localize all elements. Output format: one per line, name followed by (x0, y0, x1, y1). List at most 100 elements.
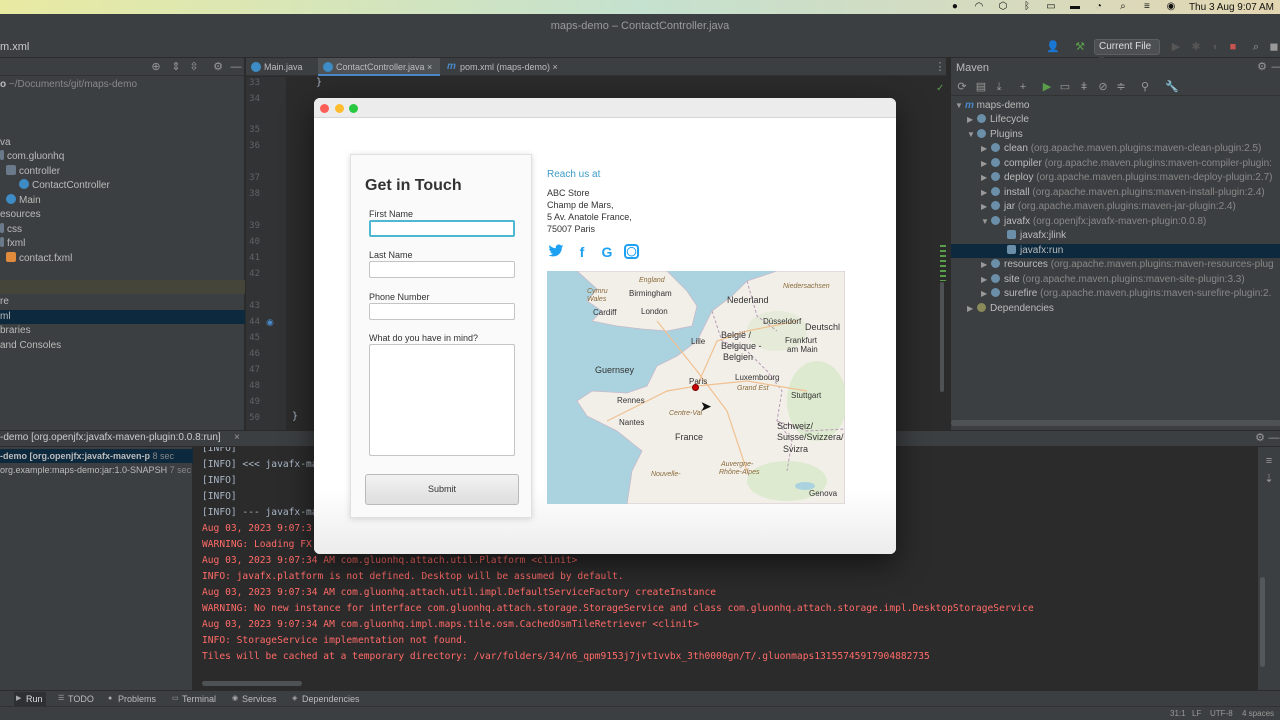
location-marker-icon[interactable] (692, 384, 699, 391)
last-name-input[interactable] (369, 261, 515, 278)
settings-gear-icon[interactable]: ⚙ (212, 61, 224, 73)
maven-row-compiler[interactable]: ▶ compiler (org.apache.maven.plugins:mave… (981, 157, 1280, 171)
build-hammer-icon[interactable]: ⚒ (1074, 41, 1086, 53)
maven-row-jar[interactable]: ▶ jar (org.apache.maven.plugins:maven-jar… (981, 200, 1280, 214)
tree-row-resources[interactable]: esources (0, 208, 41, 222)
tree-row-css[interactable]: css (0, 223, 22, 237)
tab-dependencies[interactable]: ◈ Dependencies (290, 692, 360, 706)
tab-services[interactable]: ◉ Services (230, 692, 282, 706)
run-config-icon[interactable]: ▭ (1059, 81, 1071, 93)
line-separator[interactable]: LF (1192, 709, 1201, 718)
hide-panel-icon[interactable]: — (1271, 61, 1280, 73)
run-icon[interactable]: ▶ (1041, 81, 1053, 93)
tab-main-java[interactable]: Main.java (246, 58, 316, 76)
collapse-icon[interactable]: ≑ (1115, 81, 1127, 93)
toggle-offline-icon[interactable]: ǂ (1078, 81, 1090, 93)
tree-row-contact-controller[interactable]: ContactController (19, 179, 110, 193)
console-hscrollbar[interactable] (202, 681, 302, 686)
expand-all-icon[interactable]: ⇕ (170, 61, 182, 73)
control-center-icon[interactable]: ≡ (1141, 2, 1153, 12)
maven-row-clean[interactable]: ▶ clean (org.apache.maven.plugins:maven-c… (981, 142, 1280, 156)
tab-pom-xml[interactable]: m pom.xml (maps-demo) × (442, 58, 560, 76)
settings-gear-icon[interactable]: ⚙ (1254, 432, 1266, 444)
tree-row-libraries[interactable]: braries (0, 324, 31, 338)
maven-row-resources[interactable]: ▶ resources (org.apache.maven.plugins:mav… (981, 258, 1280, 272)
headphones-icon[interactable]: ◠ (973, 2, 985, 12)
instagram-icon[interactable]: ◯ (624, 244, 639, 259)
scroll-end-icon[interactable]: ⇣ (1263, 473, 1275, 485)
tab-problems[interactable]: ● Problems (106, 692, 162, 706)
tree-row-ml-selected[interactable]: ml (0, 310, 245, 324)
close-icon[interactable]: × (234, 432, 240, 443)
first-name-input[interactable] (369, 220, 515, 237)
tree-row-main[interactable]: Main (6, 194, 41, 208)
battery-icon[interactable]: ▬ (1069, 2, 1081, 12)
maven-row-javafx[interactable]: ▼ javafx (org.openjfx:javafx-maven-plugin… (981, 215, 1280, 229)
close-window-button[interactable] (320, 104, 329, 113)
reload-icon[interactable]: ⟳ (956, 81, 968, 93)
screen-mirror-icon[interactable]: ▭ (1045, 2, 1057, 12)
tree-row-scratches[interactable]: and Consoles (0, 339, 61, 353)
stop-icon[interactable]: ■ (1227, 41, 1239, 53)
search-icon[interactable]: ⌕ (1117, 2, 1129, 12)
settings-gear-icon[interactable]: ⚙ (1256, 61, 1268, 73)
record-icon[interactable]: ● (949, 2, 961, 12)
wrench-icon[interactable]: 🔧 (1165, 81, 1179, 93)
override-marker-icon[interactable]: ◉ (266, 317, 274, 328)
run-config-select[interactable]: Current File ▾ (1094, 39, 1160, 66)
download-icon[interactable]: ⤓ (993, 81, 1005, 93)
google-icon[interactable]: G (599, 244, 615, 260)
tree-row-com-gluonhq[interactable]: com.gluonhq (0, 150, 64, 164)
bluetooth-icon[interactable]: ᛒ (1021, 2, 1033, 12)
debug-icon[interactable]: ✱ (1190, 41, 1202, 53)
add-icon[interactable]: + (1017, 81, 1029, 93)
tab-contact-controller[interactable]: ContactController.java × (318, 58, 440, 76)
cube-icon[interactable]: ⬡ (997, 2, 1009, 12)
maven-row-javafx-jlink[interactable]: javafx:jlink (1007, 229, 1280, 243)
skip-tests-icon[interactable]: ⊘ (1097, 81, 1109, 93)
hide-panel-icon[interactable]: — (230, 61, 242, 73)
maven-row-deploy[interactable]: ▶ deploy (org.apache.maven.plugins:maven-… (981, 171, 1280, 185)
twitter-icon[interactable] (548, 244, 564, 260)
tree-row-contact-fxml[interactable]: contact.fxml (6, 252, 72, 266)
tree-row-fxml[interactable]: fxml (0, 237, 25, 251)
tab-todo[interactable]: ☰ TODO (56, 692, 96, 706)
submit-button[interactable]: Submit (365, 474, 519, 505)
locate-icon[interactable]: ⊕ (150, 61, 162, 73)
maven-row-surefire[interactable]: ▶ surefire (org.apache.maven.plugins:mave… (981, 287, 1280, 301)
search-everywhere-icon[interactable]: ⌕ (1250, 41, 1262, 53)
map-view[interactable]: Cymru Wales England Birmingham Cardiff L… (547, 271, 845, 504)
breadcrumb[interactable]: m.xml (0, 41, 29, 53)
siri-icon[interactable]: ◉ (1165, 2, 1177, 12)
user-icon[interactable]: 👤 (1046, 41, 1060, 53)
zoom-window-button[interactable] (349, 104, 358, 113)
show-dependencies-icon[interactable]: ⚲ (1139, 81, 1151, 93)
inspection-ok-icon[interactable]: ✓ (936, 83, 944, 94)
run-tree-row[interactable]: -demo [org.openjfx:javafx-maven-p 8 sec (0, 449, 193, 463)
tree-row-re[interactable]: re (0, 295, 9, 309)
coverage-icon[interactable]: ◐ (1210, 41, 1222, 53)
message-textarea[interactable] (369, 344, 515, 456)
jetbrains-logo-icon[interactable]: ◼ (1268, 41, 1280, 53)
tab-terminal[interactable]: ▭ Terminal (170, 692, 222, 706)
maven-row-site[interactable]: ▶ site (org.apache.maven.plugins:maven-si… (981, 273, 1280, 287)
console-vscrollbar[interactable] (1260, 577, 1265, 667)
run-tree-row[interactable]: org.example:maps-demo:jar:1.0-SNAPSH 7 s… (0, 463, 193, 477)
file-encoding[interactable]: UTF-8 (1210, 709, 1233, 718)
more-tabs-icon[interactable]: ⋮ (934, 61, 946, 73)
tab-run[interactable]: ▶ Run (14, 692, 46, 706)
wrap-icon[interactable]: ≡ (1263, 455, 1275, 467)
maven-row-maps-demo[interactable]: ▼ m maps-demo (955, 99, 1280, 113)
phone-input[interactable] (369, 303, 515, 320)
maven-hscrollbar[interactable] (951, 420, 1280, 426)
hide-panel-icon[interactable]: — (1268, 432, 1280, 444)
maven-row-install[interactable]: ▶ install (org.apache.maven.plugins:maven… (981, 186, 1280, 200)
run-icon[interactable]: ▶ (1170, 41, 1182, 53)
generate-sources-icon[interactable]: ▤ (975, 81, 987, 93)
collapse-all-icon[interactable]: ⇳ (188, 61, 200, 73)
indent-setting[interactable]: 4 spaces (1242, 709, 1274, 718)
editor-scrollbar[interactable] (940, 282, 944, 392)
tree-row-project-root[interactable]: o ~/Documents/git/maps-demo (0, 78, 137, 92)
facebook-icon[interactable]: f (574, 244, 590, 260)
maven-row-javafx-run[interactable]: javafx:run (951, 244, 1280, 258)
